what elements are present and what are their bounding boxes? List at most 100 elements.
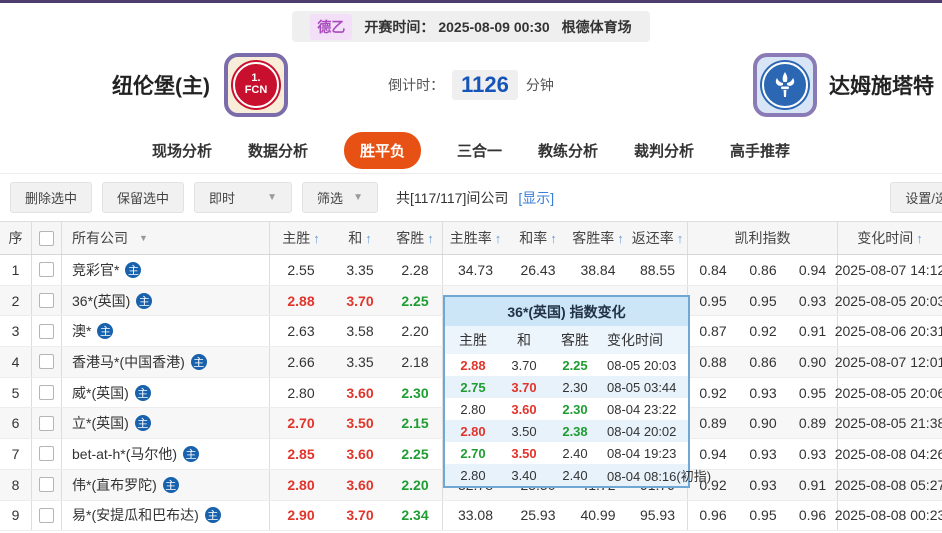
select-all-checkbox[interactable] bbox=[39, 230, 54, 246]
kelly-value: 0.96 bbox=[699, 507, 727, 524]
row-checkbox[interactable] bbox=[39, 385, 54, 401]
tab-3[interactable]: 胜平负 bbox=[343, 131, 421, 169]
home-odds[interactable]: 2.63 bbox=[270, 316, 332, 346]
home-odds[interactable]: 2.80 bbox=[270, 470, 332, 500]
away-odds[interactable]: 2.20 bbox=[388, 469, 443, 500]
table-header: 序 所有公司 ▼ 主胜 ↑ 和 ↑ 客胜 ↑ 主胜率 ↑ 和率 ↑ 客胜率 ↑ 返还率 ↑ 凯… bbox=[0, 222, 942, 255]
popup-header-2: 和 bbox=[517, 332, 531, 348]
kelly-value: 0.90 bbox=[788, 347, 838, 377]
show-link[interactable]: [显示] bbox=[518, 188, 554, 208]
header-return-rate[interactable]: 返还率 ↑ bbox=[628, 222, 688, 254]
away-odds[interactable]: 2.15 bbox=[388, 408, 443, 439]
row-checkbox[interactable] bbox=[39, 415, 54, 431]
row-checkbox-cell bbox=[32, 500, 62, 531]
filter-dropdown[interactable]: 筛选 ▼ bbox=[302, 182, 379, 213]
draw-odds[interactable]: 3.35 bbox=[332, 255, 388, 285]
popup-change-time: 08-04 23:22 bbox=[607, 401, 677, 417]
popup-change-time: 08-04 20:02 bbox=[607, 423, 677, 439]
row-checkbox[interactable] bbox=[39, 477, 54, 493]
draw-odds[interactable]: 3.35 bbox=[332, 347, 388, 377]
company-name: 36*(英国) bbox=[72, 292, 131, 309]
company-name: 澳* bbox=[72, 323, 92, 340]
draw-odds[interactable]: 3.70 bbox=[332, 501, 388, 531]
away-odds[interactable]: 2.30 bbox=[388, 377, 443, 408]
home-odds[interactable]: 2.70 bbox=[270, 408, 332, 438]
tab-5[interactable]: 教练分析 bbox=[538, 140, 598, 161]
chevron-down-icon: ▼ bbox=[267, 192, 278, 203]
kickoff-time: 2025-08-09 00:30 bbox=[438, 18, 550, 35]
company-cell[interactable]: 易*(安提瓜和巴布达) 主 bbox=[62, 500, 270, 531]
row-checkbox-cell bbox=[32, 255, 62, 285]
home-odds[interactable]: 2.66 bbox=[270, 347, 332, 377]
company-cell[interactable]: bet-at-h*(马尔他) 主 bbox=[62, 439, 270, 469]
row-checkbox[interactable] bbox=[39, 507, 54, 523]
company-cell[interactable]: 伟*(直布罗陀) 主 bbox=[62, 469, 270, 500]
kickoff-label: 开赛时间： bbox=[364, 18, 435, 35]
tab-4[interactable]: 三合一 bbox=[457, 140, 502, 161]
row-checkbox[interactable] bbox=[39, 354, 54, 370]
home-odds[interactable]: 2.85 bbox=[270, 439, 332, 469]
header-draw-rate[interactable]: 和率 ↑ bbox=[508, 222, 568, 254]
header-change-time[interactable]: 变化时间 ↑ bbox=[838, 222, 942, 254]
draw-odds[interactable]: 3.60 bbox=[332, 378, 388, 408]
change-time: 2025-08-07 12:01 bbox=[834, 353, 942, 370]
home-odds[interactable]: 2.80 bbox=[270, 378, 332, 408]
header-home-rate[interactable]: 主胜率 ↑ bbox=[443, 222, 508, 254]
company-cell[interactable]: 澳* 主 bbox=[62, 316, 270, 347]
row-checkbox[interactable] bbox=[39, 262, 54, 278]
away-odds[interactable]: 2.25 bbox=[388, 439, 443, 469]
row-checkbox[interactable] bbox=[39, 446, 54, 462]
away-odds[interactable]: 2.34 bbox=[388, 500, 443, 531]
settings-button[interactable]: 设置/选择 bbox=[890, 182, 942, 213]
draw-odds[interactable]: 3.58 bbox=[332, 316, 388, 346]
away-rate: 40.99 bbox=[580, 507, 616, 524]
company-cell[interactable]: 香港马*(中国香港) 主 bbox=[62, 347, 270, 377]
tab-6[interactable]: 裁判分析 bbox=[634, 140, 694, 161]
draw-odds[interactable]: 3.50 bbox=[332, 408, 388, 438]
tab-7[interactable]: 高手推荐 bbox=[730, 140, 790, 161]
kelly-value: 0.94 bbox=[699, 445, 727, 462]
row-checkbox[interactable] bbox=[39, 293, 54, 309]
keep-selected-button[interactable]: 保留选中 bbox=[102, 182, 185, 213]
tab-1[interactable]: 现场分析 bbox=[152, 140, 212, 161]
company-cell[interactable]: 36*(英国) 主 bbox=[62, 285, 270, 316]
row-checkbox[interactable] bbox=[39, 323, 54, 339]
popup-draw-odds: 3.60 bbox=[511, 401, 537, 417]
home-odds[interactable]: 2.88 bbox=[270, 286, 332, 316]
header-away-rate[interactable]: 客胜率 ↑ bbox=[568, 222, 628, 254]
header-draw-odds[interactable]: 和 ↑ bbox=[332, 222, 388, 254]
away-odds[interactable]: 2.18 bbox=[388, 347, 443, 377]
away-odds[interactable]: 2.20 bbox=[388, 316, 443, 347]
draw-odds[interactable]: 3.60 bbox=[332, 439, 388, 469]
company-cell[interactable]: 竞彩官* 主 bbox=[62, 255, 270, 285]
popup-header-4: 变化时间 bbox=[607, 332, 663, 348]
header-home-odds[interactable]: 主胜 ↑ bbox=[270, 222, 332, 254]
kelly-value: 0.93 bbox=[749, 445, 777, 462]
tab-2[interactable]: 数据分析 bbox=[248, 140, 308, 161]
kelly-value: 0.86 bbox=[749, 353, 777, 370]
header-away-odds[interactable]: 客胜 ↑ bbox=[388, 222, 443, 254]
draw-odds[interactable]: 3.60 bbox=[332, 470, 388, 500]
away-odds[interactable]: 2.25 bbox=[388, 285, 443, 316]
home-odds[interactable]: 2.55 bbox=[270, 255, 332, 285]
sort-up-icon: ↑ bbox=[617, 230, 624, 246]
company-cell[interactable]: 立*(英国) 主 bbox=[62, 408, 270, 439]
away-odds[interactable]: 2.28 bbox=[388, 255, 443, 285]
header-company[interactable]: 所有公司 ▼ bbox=[62, 222, 270, 254]
home-badge-icon: 主 bbox=[183, 445, 200, 462]
kelly-value: 0.91 bbox=[788, 469, 838, 500]
instant-dropdown[interactable]: 即时 ▼ bbox=[194, 182, 293, 213]
row-index: 1 bbox=[0, 255, 32, 285]
home-badge-icon: 主 bbox=[136, 292, 153, 309]
change-time: 2025-08-05 20:06 bbox=[834, 384, 942, 401]
delete-selected-button[interactable]: 删除选中 bbox=[10, 182, 93, 213]
popup-away-odds: 2.25 bbox=[562, 357, 588, 373]
popup-header-3: 客胜 bbox=[561, 332, 589, 348]
sort-up-icon: ↑ bbox=[427, 230, 434, 246]
draw-odds[interactable]: 3.70 bbox=[332, 286, 388, 316]
table-row: 1 竞彩官* 主 2.55 3.35 2.28 34.73 26.43 38.84 88.55 0.… bbox=[0, 255, 942, 286]
popup-change-time: 08-05 20:03 bbox=[607, 357, 677, 373]
countdown-label: 倒计时： bbox=[388, 77, 445, 93]
home-odds[interactable]: 2.90 bbox=[270, 501, 332, 531]
company-cell[interactable]: 威*(英国) 主 bbox=[62, 377, 270, 408]
